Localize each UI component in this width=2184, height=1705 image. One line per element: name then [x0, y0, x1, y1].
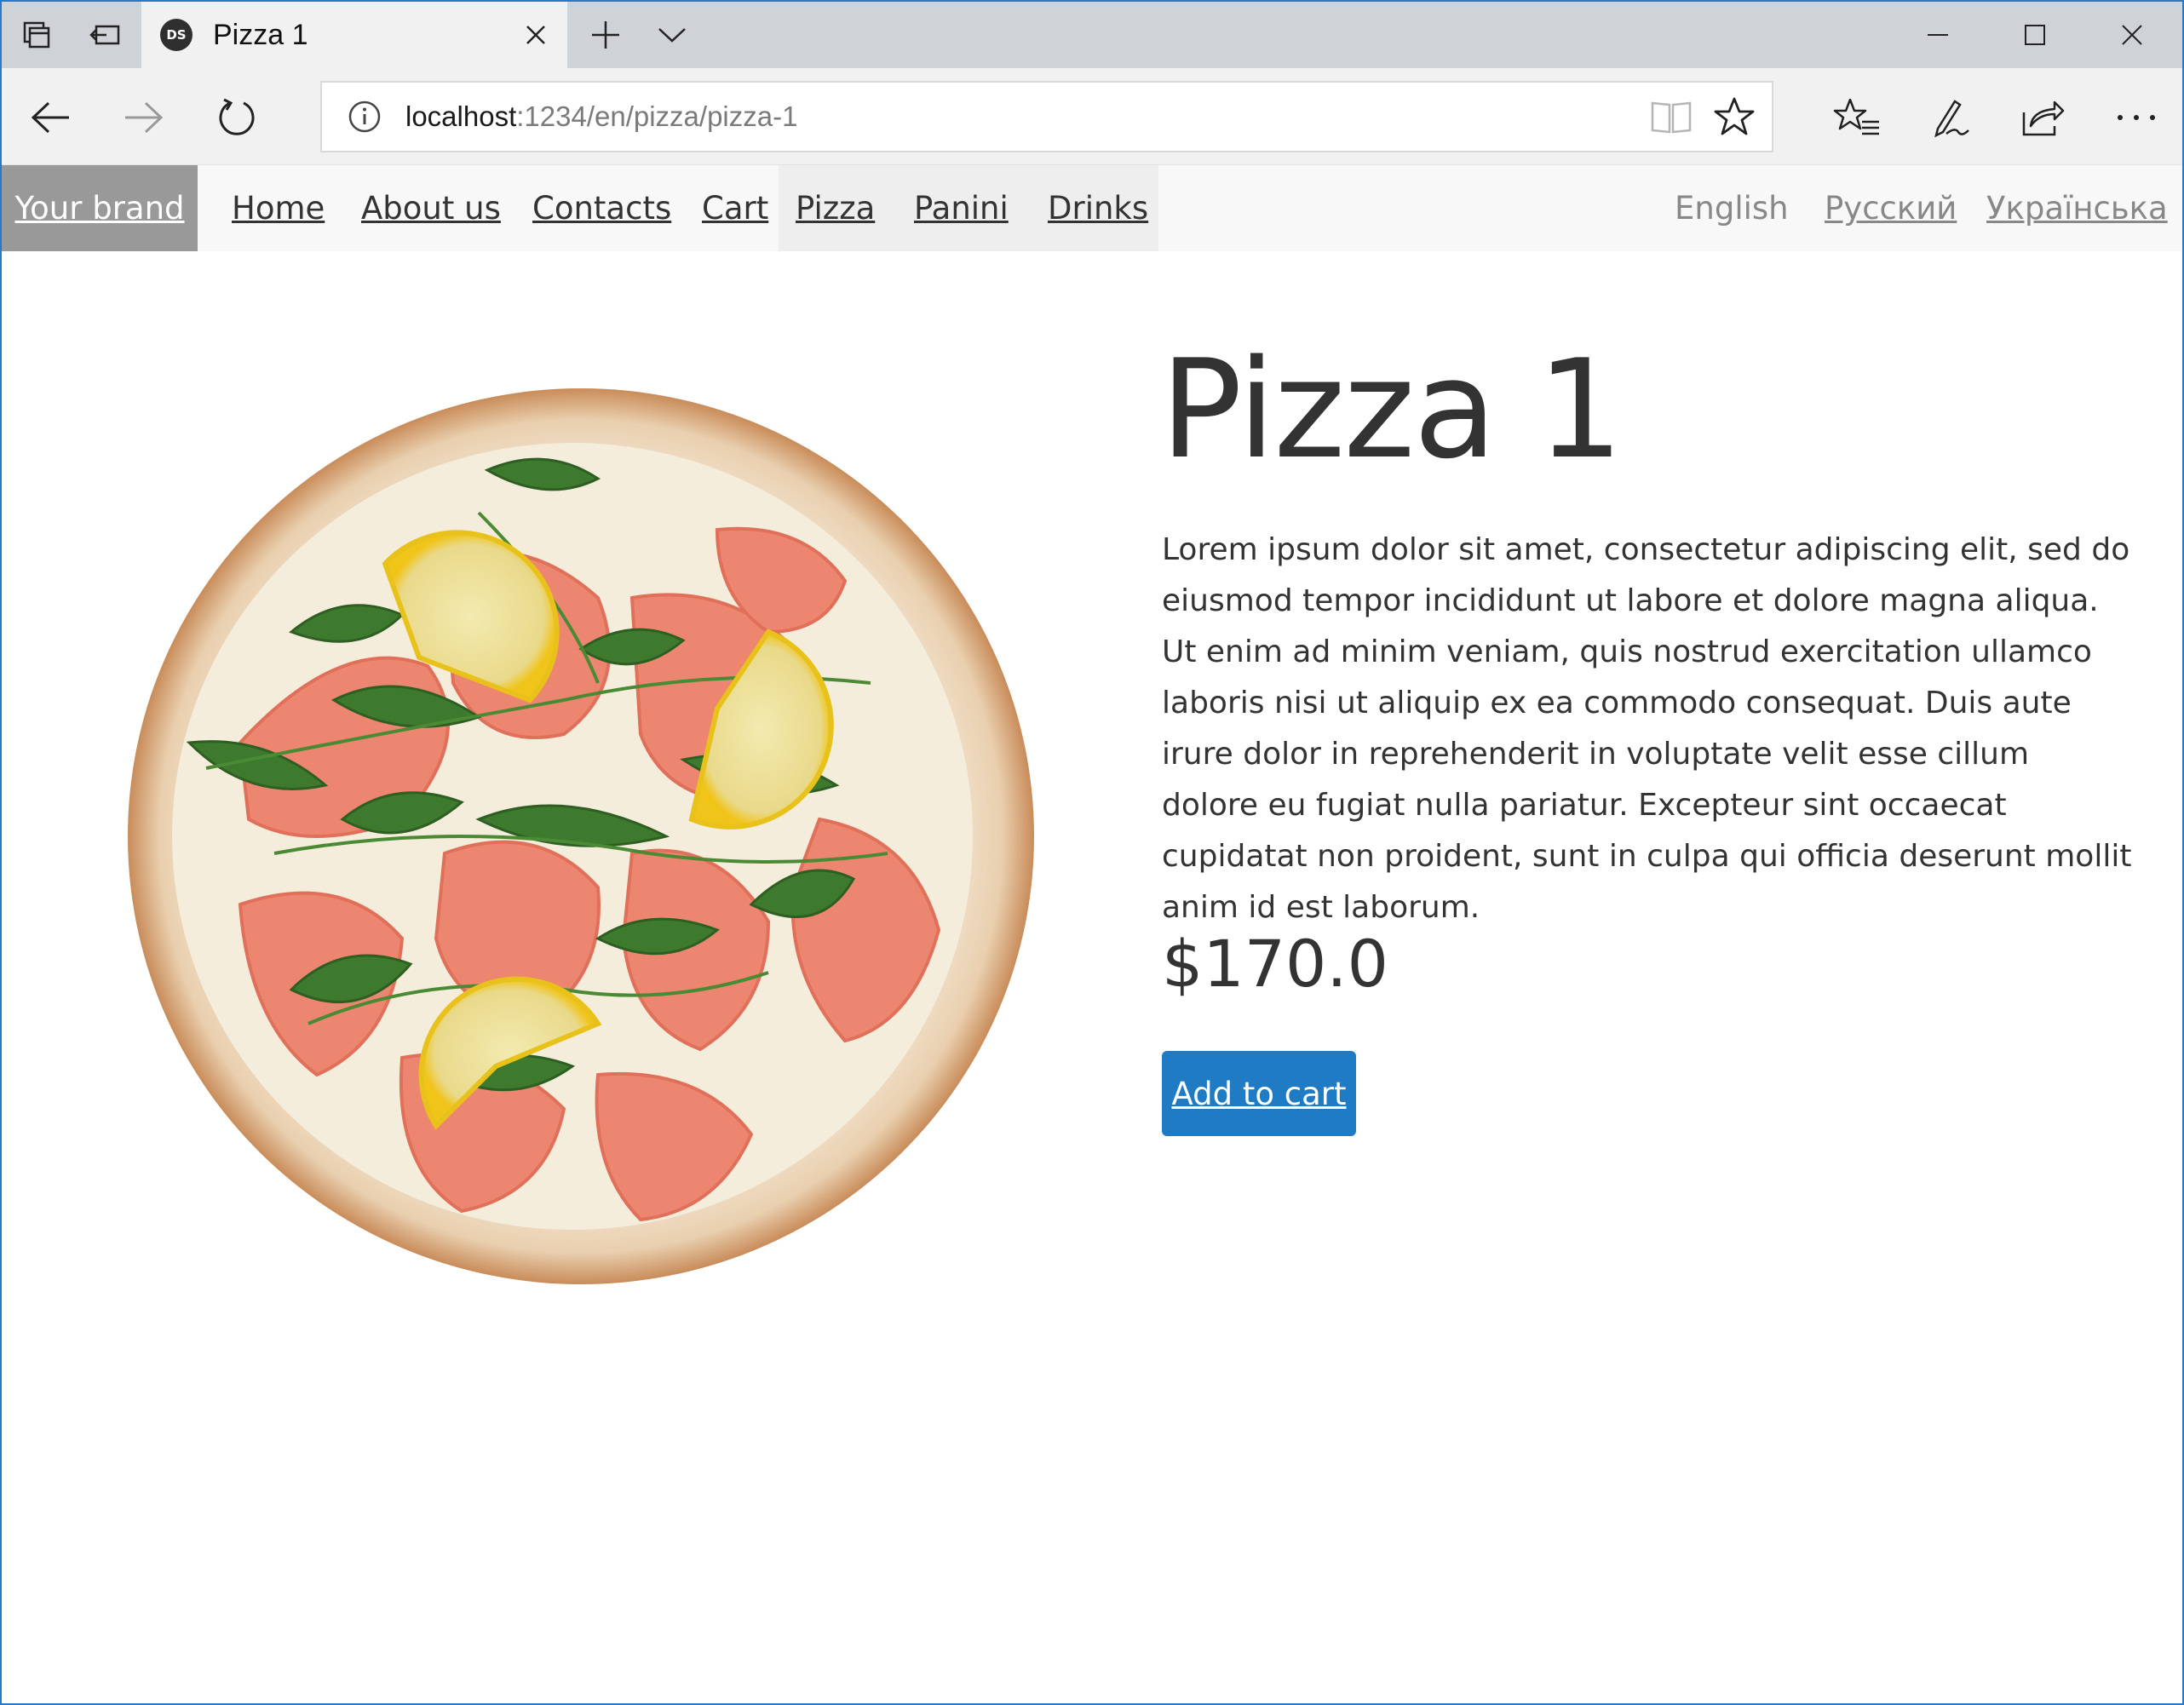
- menu-item-about-us[interactable]: About us: [361, 165, 501, 251]
- add-favorite-star-icon[interactable]: [1709, 91, 1760, 142]
- minimize-window-icon[interactable]: [1889, 2, 1986, 68]
- refresh-icon[interactable]: [204, 85, 269, 150]
- url-host: localhost: [405, 100, 517, 132]
- language-english: English: [1675, 190, 1789, 227]
- tab-preview-chevron-down-icon[interactable]: [637, 2, 707, 68]
- menu-item-drinks[interactable]: Drinks: [1048, 165, 1148, 251]
- brand-link[interactable]: Your brand: [14, 190, 184, 227]
- address-bar[interactable]: localhost:1234/en/pizza/pizza-1: [320, 81, 1773, 152]
- set-aside-tabs-icon[interactable]: [72, 2, 141, 68]
- more-options-icon[interactable]: [2104, 85, 2169, 150]
- web-notes-pen-icon[interactable]: [1918, 85, 1983, 150]
- reading-view-icon[interactable]: [1646, 91, 1697, 142]
- site-navbar: Your brand Home About us Contacts Cart P…: [2, 165, 2182, 251]
- site-info-icon[interactable]: [348, 100, 382, 134]
- new-tab-icon[interactable]: [571, 2, 641, 68]
- menu-item-home[interactable]: Home: [232, 165, 325, 251]
- menu-item-cart[interactable]: Cart: [702, 165, 768, 251]
- language-ukrainian[interactable]: Українська: [1986, 165, 2168, 251]
- browser-window: DS Pizza 1 localhost:1234/en/pizza/pizza…: [0, 0, 2184, 1705]
- product-price: $170.0: [1162, 926, 1388, 1002]
- tab-strip: DS Pizza 1: [2, 2, 2182, 68]
- favorites-icon[interactable]: [1825, 85, 1889, 150]
- url-text[interactable]: localhost:1234/en/pizza/pizza-1: [405, 100, 1646, 133]
- back-arrow-icon[interactable]: [19, 85, 83, 150]
- forward-arrow-icon[interactable]: [111, 85, 175, 150]
- tab-title: Pizza 1: [213, 18, 308, 51]
- product-title: Pizza 1: [1160, 330, 1624, 489]
- add-to-cart-label: Add to cart: [1171, 1075, 1347, 1112]
- site-favicon-icon: DS: [160, 19, 193, 51]
- add-to-cart-button[interactable]: Add to cart: [1162, 1051, 1356, 1136]
- active-tab[interactable]: DS Pizza 1: [141, 2, 567, 68]
- product-image: [128, 388, 1034, 1284]
- browser-toolbar: localhost:1234/en/pizza/pizza-1: [2, 68, 2182, 165]
- tab-manager-icon[interactable]: [2, 2, 72, 68]
- menu-item-panini[interactable]: Panini: [914, 165, 1009, 251]
- close-window-icon[interactable]: [2083, 2, 2181, 68]
- menu-item-pizza[interactable]: Pizza: [796, 165, 875, 251]
- share-icon[interactable]: [2010, 85, 2075, 150]
- brand[interactable]: Your brand: [2, 165, 198, 251]
- product-description: Lorem ipsum dolor sit amet, consectetur …: [1162, 532, 2132, 925]
- maximize-window-icon[interactable]: [1986, 2, 2083, 68]
- menu-item-contacts[interactable]: Contacts: [532, 165, 671, 251]
- language-russian[interactable]: Русский: [1825, 165, 1957, 251]
- url-path: :1234/en/pizza/pizza-1: [516, 100, 798, 132]
- close-tab-icon[interactable]: [514, 14, 557, 56]
